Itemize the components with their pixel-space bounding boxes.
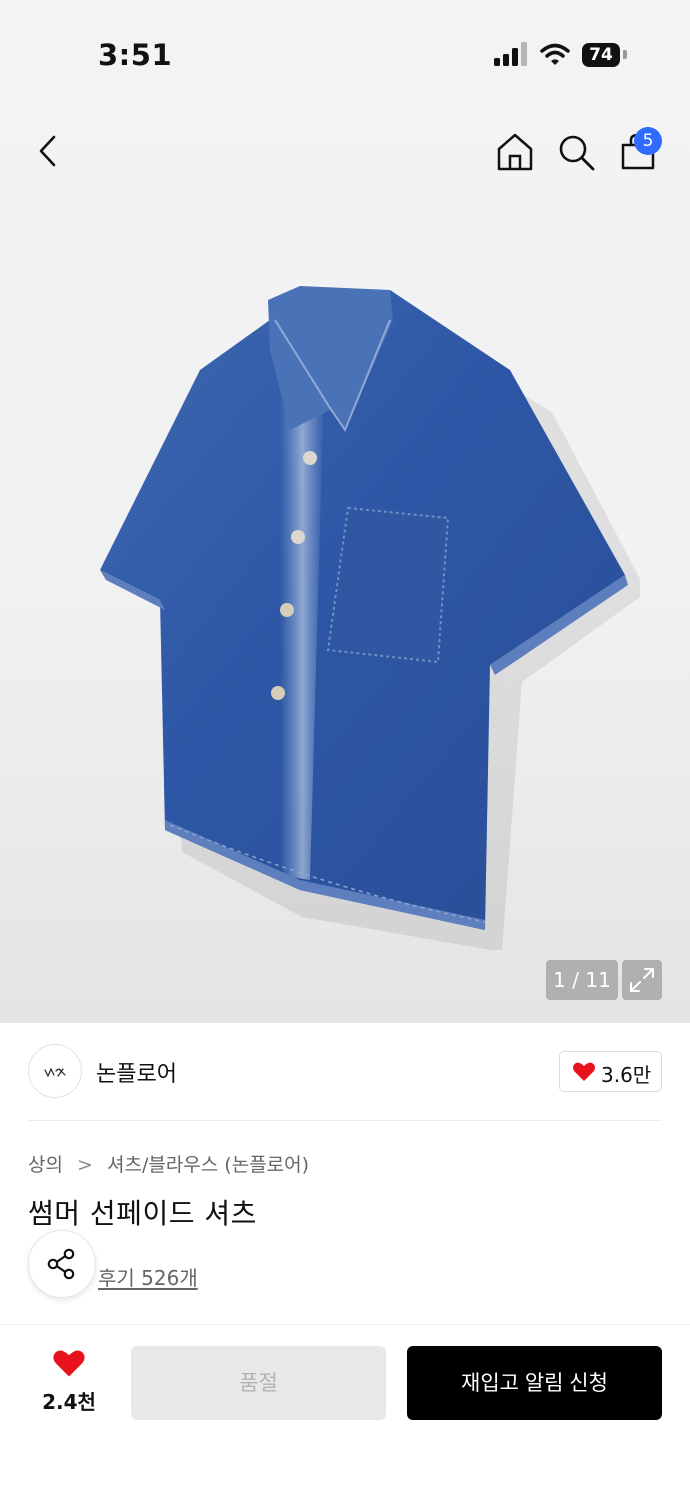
home-icon	[497, 133, 533, 171]
product-image-gallery[interactable]: 3:51 74 5 1 / 11	[0, 0, 690, 1023]
product-image	[100, 286, 640, 950]
status-icons: 74	[494, 42, 634, 70]
brand-like-button[interactable]: 3.6만	[559, 1051, 662, 1092]
status-time: 3:51	[98, 38, 173, 72]
gallery-page-indicator: 1 / 11	[546, 960, 618, 1000]
brand-logo[interactable]	[28, 1044, 82, 1098]
signal-icon	[494, 42, 528, 68]
breadcrumb: 상의 > 셔츠/블라우스 (논플로어)	[28, 1150, 309, 1177]
product-title: 썸머 선페이드 셔츠	[28, 1197, 257, 1230]
brand-logo-mark	[44, 1067, 66, 1078]
breadcrumb-separator: >	[77, 1154, 93, 1176]
back-icon	[39, 135, 56, 167]
wishlist-count: 2.4천	[42, 1390, 96, 1414]
wishlist-button[interactable]: 2.4천	[30, 1348, 108, 1420]
back-button[interactable]	[24, 127, 72, 175]
search-button[interactable]	[552, 128, 600, 176]
divider	[28, 1120, 662, 1121]
brand-like-count: 3.6만	[601, 1063, 652, 1087]
breadcrumb-category[interactable]: 상의	[28, 1154, 63, 1176]
share-button[interactable]	[28, 1230, 96, 1298]
search-icon	[559, 135, 595, 171]
battery-tip	[623, 50, 627, 59]
battery-icon: 74	[582, 43, 620, 67]
review-link[interactable]: 후기 526개	[98, 1262, 198, 1291]
share-icon	[47, 1248, 75, 1280]
breadcrumb-subcategory[interactable]: 셔츠/블라우스 (논플로어)	[107, 1154, 309, 1176]
cart-count-badge: 5	[634, 127, 662, 155]
sold-out-button: 품절	[131, 1346, 386, 1420]
wifi-icon	[540, 43, 570, 65]
expand-image-button[interactable]	[622, 960, 662, 1000]
restock-alert-button[interactable]: 재입고 알림 신청	[407, 1346, 662, 1420]
home-button[interactable]	[491, 128, 539, 176]
heart-icon	[53, 1350, 85, 1377]
brand-name[interactable]: 논플로어	[96, 1056, 177, 1088]
bottom-bar-divider	[0, 1324, 690, 1325]
expand-icon	[630, 968, 654, 992]
heart-icon	[573, 1062, 595, 1081]
